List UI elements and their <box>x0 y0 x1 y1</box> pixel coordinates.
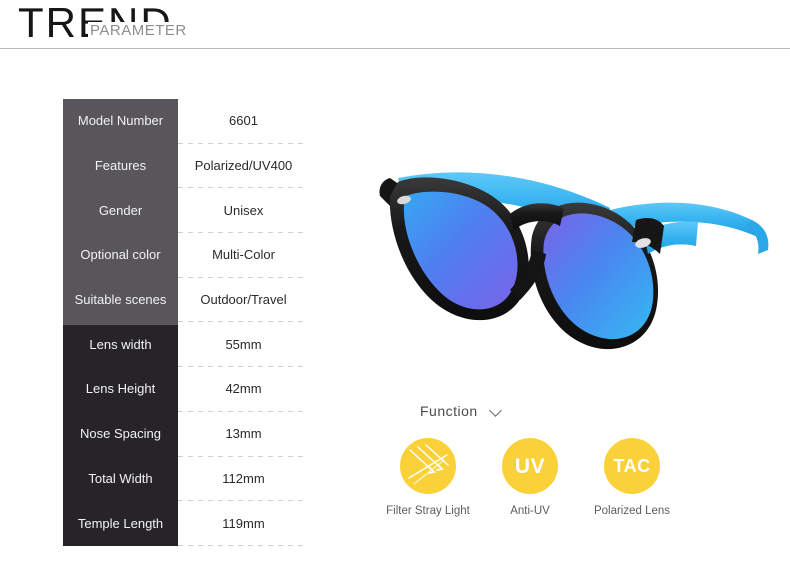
feature-caption: Polarized Lens <box>593 505 671 517</box>
function-header[interactable]: Function <box>420 403 502 419</box>
sunglasses-illustration <box>379 172 769 350</box>
feature-item[interactable]: Filter Stray Light <box>380 438 476 518</box>
tac-icon: TAC <box>604 438 660 494</box>
spec-value-cell: 112mm <box>178 457 309 502</box>
table-row: Gender Unisex <box>63 188 309 233</box>
spec-value: 13mm <box>225 426 262 442</box>
table-row: Nose Spacing 13mm <box>63 412 309 457</box>
spec-value: 6601 <box>229 113 258 129</box>
spec-label: Model Number <box>77 113 164 129</box>
spec-value: Multi-Color <box>212 247 275 263</box>
spec-value: Unisex <box>223 202 264 218</box>
table-row: Suitable scenes Outdoor/Travel <box>63 278 309 323</box>
function-label: Function <box>420 403 478 419</box>
spec-label: Suitable scenes <box>74 292 167 308</box>
uv-icon: UV <box>502 438 558 494</box>
spec-label: Nose Spacing <box>80 426 161 442</box>
light-rays-icon <box>400 438 456 494</box>
specification-table: Model Number 6601 Features Polarized/UV400 G… <box>63 99 309 546</box>
spec-value-cell: 13mm <box>178 412 309 457</box>
spec-label: Lens width <box>89 336 152 352</box>
spec-row-list: Model Number 6601 Features Polarized/UV400 G… <box>63 99 309 546</box>
spec-value: 119mm <box>222 515 265 531</box>
spec-value: Outdoor/Travel <box>200 292 287 308</box>
spec-value-cell: Polarized/UV400 <box>178 144 309 189</box>
feature-glyph: TAC <box>613 455 651 476</box>
spec-value-cell: Outdoor/Travel <box>178 278 309 323</box>
spec-label: Temple Length <box>77 515 164 531</box>
spec-value: 112mm <box>222 470 265 486</box>
feature-caption: Anti-UV <box>510 505 550 517</box>
spec-value: 55mm <box>225 336 262 352</box>
page-header: TREND PARAMETER <box>0 0 790 49</box>
product-image <box>360 150 780 390</box>
chevron-down-icon[interactable] <box>490 405 502 417</box>
spec-label: Features <box>94 158 147 174</box>
feature-glyph: UV <box>514 454 546 478</box>
spec-value-cell: 119mm <box>178 501 309 546</box>
header-divider <box>0 48 790 49</box>
light-rays-glyph <box>408 444 449 485</box>
spec-value: Polarized/UV400 <box>194 158 293 174</box>
table-row: Optional color Multi-Color <box>63 233 309 278</box>
table-row: Lens Height 42mm <box>63 367 309 412</box>
spec-value-cell: Unisex <box>178 188 309 233</box>
spec-label: Total Width <box>88 470 153 486</box>
spec-label: Gender <box>98 202 143 218</box>
spec-value: 42mm <box>225 381 262 397</box>
product-parameter-page: TREND PARAMETER Model Number 6601 Features… <box>0 0 790 581</box>
table-row: Lens width 55mm <box>63 322 309 367</box>
table-row: Temple Length 119mm <box>63 501 309 546</box>
spec-value-cell: 42mm <box>178 367 309 412</box>
function-section: Function Filter Stray Light UV Anti-UV TAC P… <box>380 398 680 538</box>
brand-subtitle: PARAMETER <box>88 22 189 40</box>
spec-value-cell: 55mm <box>178 322 309 367</box>
feature-item[interactable]: TAC Polarized Lens <box>584 438 680 518</box>
spec-value-cell: 6601 <box>178 99 309 144</box>
feature-caption: Filter Stray Light <box>386 505 470 517</box>
feature-list: Filter Stray Light UV Anti-UV TAC Polarized … <box>380 438 680 518</box>
table-row: Features Polarized/UV400 <box>63 144 309 189</box>
spec-label: Optional color <box>80 247 161 263</box>
spec-value-cell: Multi-Color <box>178 233 309 278</box>
table-row: Model Number 6601 <box>63 99 309 144</box>
spec-label: Lens Height <box>85 381 156 397</box>
table-row: Total Width 112mm <box>63 457 309 502</box>
feature-item[interactable]: UV Anti-UV <box>482 438 578 518</box>
